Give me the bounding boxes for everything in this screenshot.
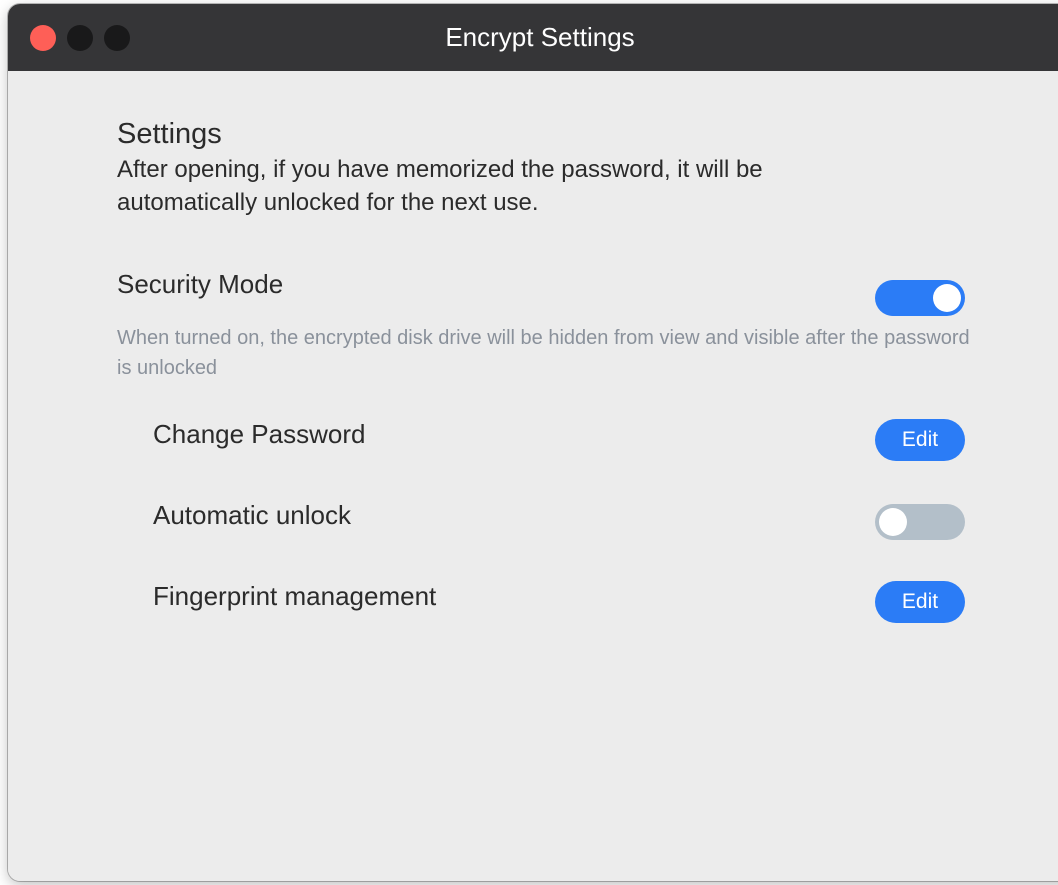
settings-description: After opening, if you have memorized the… (117, 156, 763, 216)
encrypt-settings-window: Encrypt Settings Settings After opening,… (8, 4, 1058, 881)
security-mode-toggle[interactable] (875, 280, 965, 316)
toggle-knob (933, 284, 961, 312)
automatic-unlock-label: Automatic unlock (153, 500, 351, 530)
change-password-edit-button[interactable]: Edit (875, 419, 965, 461)
fingerprint-management-label: Fingerprint management (153, 581, 437, 611)
automatic-unlock-toggle[interactable] (875, 504, 965, 540)
change-password-label: Change Password (153, 419, 366, 449)
fingerprint-edit-button[interactable]: Edit (875, 581, 965, 623)
window-title: Encrypt Settings (445, 22, 635, 52)
toggle-knob (879, 508, 907, 536)
title-bar: Encrypt Settings (8, 4, 1058, 71)
settings-panel: Settings After opening, if you have memo… (8, 71, 1058, 881)
security-mode-note: When turned on, the encrypted disk drive… (117, 327, 970, 379)
settings-heading: Settings (117, 118, 222, 150)
security-mode-label: Security Mode (117, 269, 284, 299)
